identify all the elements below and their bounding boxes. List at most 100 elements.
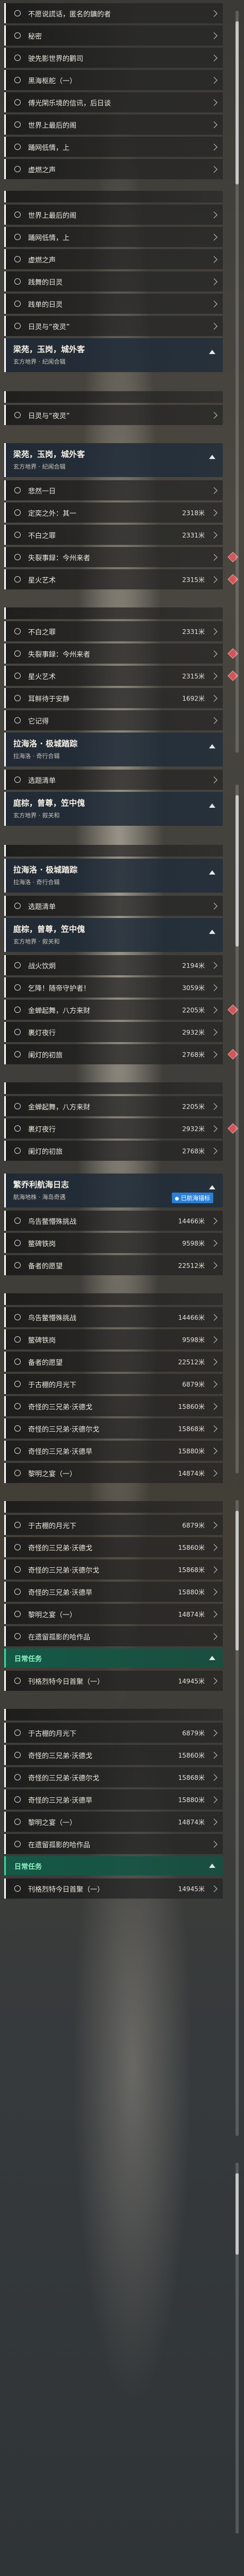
quest-row[interactable]: 刊格烈特今日首聚（一） 14945米 [4,1671,223,1691]
radio-circle-icon[interactable] [14,1336,21,1343]
quest-row[interactable]: 失裂事録：今州来者 [4,547,223,567]
radio-circle-icon[interactable] [14,1566,21,1573]
quest-row[interactable]: 不白之罪 2331米 [4,525,223,545]
radio-circle-icon[interactable] [14,1029,21,1035]
radio-circle-icon[interactable] [14,1885,21,1892]
radio-circle-icon[interactable] [14,487,21,493]
section-daily-quests[interactable]: 日常任务 [4,1648,223,1668]
quest-row[interactable]: 乞降！随帝守护者！ 3059米 [4,977,223,998]
quest-row[interactable]: 黎明之宴（一） 14874米 [4,1812,223,1832]
quest-row[interactable]: 阑灯的初旅 2768米 [4,1141,223,1161]
quest-row[interactable]: 黑海枢舵（一） [4,70,223,90]
quest-row[interactable]: 选题清单 [4,770,223,790]
radio-circle-icon[interactable] [14,1381,21,1387]
radio-circle-icon[interactable] [14,1611,21,1617]
radio-circle-icon[interactable] [14,1796,21,1803]
quest-row[interactable]: 于古棚的月光下 6879米 [4,1374,223,1394]
quest-row[interactable]: 鳖碑铁岗 9598米 [4,1329,223,1349]
radio-circle-icon[interactable] [14,234,21,240]
quest-row[interactable]: 奇怪的三兄弟·沃德旱 15880米 [4,1789,223,1810]
quest-row[interactable]: 奇怪的三兄弟·沃德戈 15860米 [4,1537,223,1557]
radio-circle-icon[interactable] [14,1218,21,1224]
radio-circle-icon[interactable] [14,278,21,285]
quest-row[interactable]: 金蝉起舞，八方来财 2205米 [4,1096,223,1116]
radio-circle-icon[interactable] [14,1403,21,1409]
quest-row[interactable]: 战火饮炯 2194米 [4,955,223,975]
radio-circle-icon[interactable] [14,211,21,218]
quest-row[interactable]: 世界上最后的阁 [4,205,223,225]
quest-row[interactable]: 不白之罪 2331米 [4,621,223,641]
radio-circle-icon[interactable] [14,1262,21,1268]
radio-circle-icon[interactable] [14,144,21,150]
section-daily-quests[interactable]: 日常任务 [4,1856,223,1875]
radio-circle-icon[interactable] [14,1544,21,1550]
quest-row[interactable]: 它记得 [4,710,223,730]
radio-circle-icon[interactable] [14,903,21,909]
radio-circle-icon[interactable] [14,673,21,679]
collapse-caret-icon[interactable] [209,930,215,934]
quest-row[interactable]: 虚燃之声 [4,249,223,269]
collapse-caret-icon[interactable] [209,804,215,808]
region-header[interactable]: 拉海洛 · 极城踏踪 拉海洛 · 奇行合辑 [4,859,223,893]
quest-row[interactable]: 刊格烈特今日首聚（一） 14945米 [4,1878,223,1899]
radio-circle-icon[interactable] [14,77,21,83]
radio-circle-icon[interactable] [14,695,21,701]
radio-circle-icon[interactable] [14,984,21,991]
radio-circle-icon[interactable] [14,1470,21,1476]
radio-circle-icon[interactable] [14,1240,21,1246]
radio-circle-icon[interactable] [14,532,21,538]
radio-circle-icon[interactable] [14,1678,21,1684]
quest-row[interactable]: 奇怪的三兄弟·沃德戈 15860米 [4,1396,223,1416]
region-header[interactable]: 拉海洛 · 极城踏踪 拉海洛 · 奇行合辑 [4,733,223,766]
scrollbar-thumb[interactable] [236,1511,239,1651]
quest-row[interactable]: 在遗留孤影的哈作品 [4,1626,223,1646]
quest-row[interactable]: 定奕之外：其一 2318米 [4,502,223,523]
radio-circle-icon[interactable] [14,1358,21,1365]
radio-circle-icon[interactable] [14,1633,21,1639]
scrollbar-thumb[interactable] [236,795,239,947]
scrollbar-thumb[interactable] [236,21,239,184]
quest-row[interactable]: 奇怪的三兄弟·沃德尔戈 15868米 [4,1767,223,1787]
radio-circle-icon[interactable] [14,1007,21,1013]
radio-circle-icon[interactable] [14,301,21,307]
radio-circle-icon[interactable] [14,1148,21,1154]
radio-circle-icon[interactable] [14,717,21,724]
quest-row[interactable]: 星火艺术 2315米 [4,569,223,589]
quest-row[interactable]: 备者的愿望 22512米 [4,1352,223,1372]
quest-row[interactable]: 备者的愿望 22512米 [4,1255,223,1275]
quest-row[interactable]: 金蝉起舞，八方来财 2205米 [4,1000,223,1020]
radio-circle-icon[interactable] [14,412,21,418]
radio-circle-icon[interactable] [14,777,21,783]
radio-circle-icon[interactable] [14,576,21,583]
quest-row[interactable]: 耳鲜待于安静 1692米 [4,688,223,708]
quest-row[interactable]: 悲然一日 [4,480,223,500]
quest-row[interactable]: 不愿说謊话，匿名的鑛的者 [4,3,223,23]
quest-row[interactable]: 黎明之宴（一） 14874米 [4,1604,223,1624]
quest-row[interactable]: 践单的日灵 [4,294,223,314]
quest-row[interactable]: 于古棚的月光下 6879米 [4,1515,223,1535]
radio-circle-icon[interactable] [14,32,21,39]
region-header[interactable]: 庭棕，曾尊，笠中傀 玄方地界 · 叙关和 [4,918,223,952]
radio-circle-icon[interactable] [14,650,21,657]
radio-circle-icon[interactable] [14,55,21,61]
radio-circle-icon[interactable] [14,121,21,128]
quest-row[interactable]: 践舞的日灵 [4,271,223,292]
radio-circle-icon[interactable] [14,323,21,329]
region-header[interactable]: 梁苑，玉岗，城外客 玄方地界 · 纪闻合辑 [4,443,223,477]
quest-row[interactable]: 于古棚的月光下 6879米 [4,1723,223,1743]
quest-row[interactable]: 日灵与“夜灵” [4,316,223,336]
quest-row[interactable]: 虚燃之声 [4,159,223,179]
radio-circle-icon[interactable] [14,1125,21,1132]
quest-row[interactable]: 秘密 [4,25,223,46]
collapse-caret-icon[interactable] [209,350,215,354]
radio-circle-icon[interactable] [14,166,21,172]
quest-row[interactable]: 星火艺术 2315米 [4,666,223,686]
radio-circle-icon[interactable] [14,1448,21,1454]
quest-row[interactable]: 踊网低情，上 [4,227,223,247]
radio-circle-icon[interactable] [14,1103,21,1109]
quest-row[interactable]: 踊网低情，上 [4,137,223,157]
radio-circle-icon[interactable] [14,1752,21,1758]
quest-row[interactable]: 阑灯的初旅 2768米 [4,1044,223,1064]
radio-circle-icon[interactable] [14,1314,21,1320]
region-header[interactable]: 梁苑，玉岗，城外客 玄方地界 · 纪闻合辑 [4,338,223,372]
